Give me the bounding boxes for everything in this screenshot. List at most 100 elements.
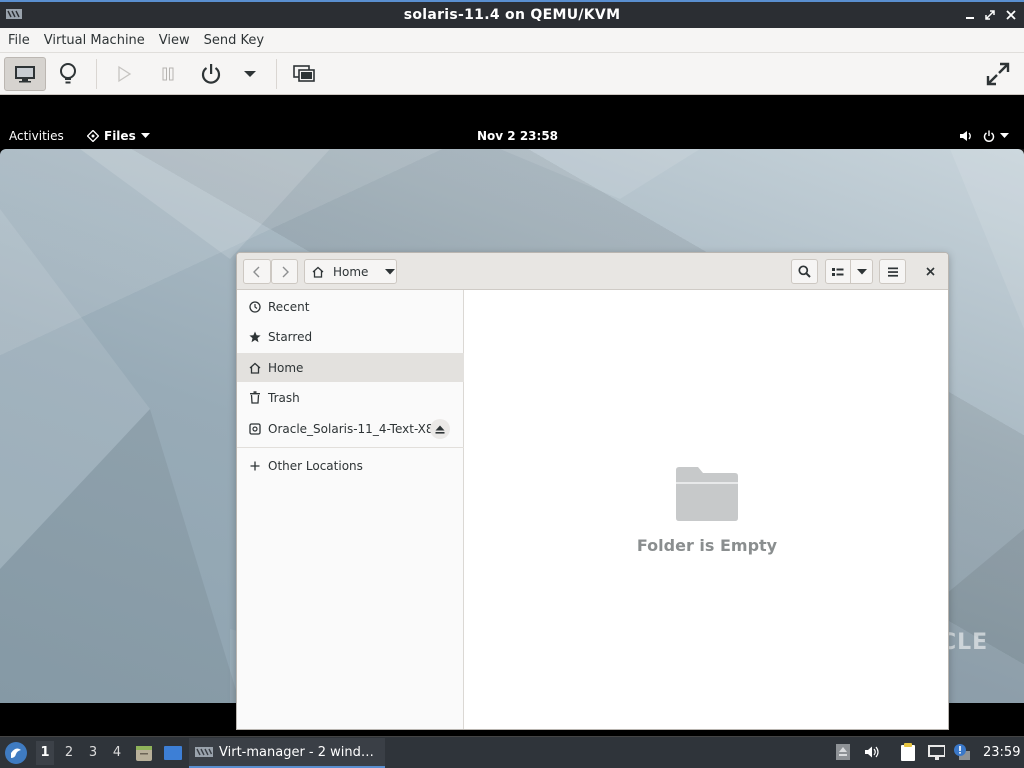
power-icon (983, 130, 995, 142)
details-button[interactable] (52, 57, 84, 91)
folder-icon (676, 467, 738, 521)
plus-icon (248, 459, 262, 473)
menu-virtual-machine[interactable]: Virtual Machine (37, 28, 152, 53)
workspace-1[interactable]: 1 (36, 741, 54, 765)
app-menu-icon (11, 748, 21, 758)
virt-manager-icon (195, 747, 213, 757)
run-button[interactable] (108, 57, 140, 91)
location-label: Home (333, 264, 369, 279)
back-button[interactable] (243, 259, 271, 284)
run-icon (118, 65, 132, 83)
workspace-3[interactable]: 3 (84, 745, 102, 760)
clock-icon (248, 300, 262, 314)
main-menu-button[interactable] (879, 259, 906, 284)
eject-icon (435, 425, 445, 434)
tray-volume[interactable] (863, 743, 881, 761)
task-label: Virt-manager - 2 wind… (219, 744, 374, 760)
menu-view[interactable]: View (152, 28, 197, 53)
vm-display[interactable]: Activities Files Nov 2 23:58 CLE Home Re… (0, 96, 1024, 736)
fullscreen-button[interactable] (980, 57, 1016, 91)
empty-folder-label: Folder is Empty (636, 536, 778, 555)
minimize-button[interactable] (962, 6, 978, 24)
workspace-2[interactable]: 2 (60, 745, 78, 760)
sidebar-item-label: Starred (268, 329, 313, 344)
sidebar-item-label: Oracle_Solaris-11_4-Text-X86 (268, 421, 442, 436)
pause-icon (162, 67, 174, 81)
maximize-button[interactable] (982, 6, 998, 24)
activities-button[interactable]: Activities (9, 129, 64, 143)
snapshots-button[interactable] (288, 57, 320, 91)
chevron-down-icon (385, 268, 396, 274)
guest-clock[interactable]: Nov 2 23:58 (477, 129, 558, 143)
fullscreen-icon (986, 62, 1010, 86)
sidebar-item-recent[interactable]: Recent (237, 292, 464, 321)
file-manager-launcher[interactable] (134, 743, 154, 767)
close-icon (925, 267, 935, 276)
search-icon (798, 265, 811, 278)
sidebar-item-label: Home (268, 360, 304, 375)
view-options-button[interactable] (850, 259, 873, 284)
system-menu[interactable] (983, 130, 1009, 142)
sidebar-divider (237, 447, 464, 448)
toolbar-separator (276, 59, 277, 89)
tray-notifications[interactable] (953, 743, 971, 761)
chevron-down-icon (856, 268, 867, 274)
volume-icon[interactable] (959, 130, 973, 145)
host-taskbar: 1 2 3 4 Virt-manager - 2 wind… 23:59 (0, 736, 1024, 768)
close-button[interactable] (1003, 6, 1019, 24)
update-icon (836, 744, 850, 760)
show-desktop-icon (164, 746, 182, 760)
console-button[interactable] (4, 57, 46, 91)
files-app-icon (87, 130, 99, 142)
start-menu-button[interactable] (5, 742, 27, 764)
files-close-button[interactable] (917, 259, 943, 284)
chevron-left-icon (253, 266, 260, 277)
app-menu-label: Files (104, 129, 136, 143)
notification-icon (954, 744, 970, 760)
hamburger-menu-icon (887, 267, 898, 277)
optical-disc-icon (248, 422, 262, 436)
taskbar-task-virt-manager[interactable]: Virt-manager - 2 wind… (189, 738, 385, 768)
sidebar-item-disc[interactable]: Oracle_Solaris-11_4-Text-X86 (237, 414, 464, 443)
sidebar-item-other-locations[interactable]: Other Locations (237, 451, 464, 480)
chevron-right-icon (282, 266, 289, 277)
power-menu-button[interactable] (236, 57, 264, 91)
tray-clipboard[interactable] (899, 743, 917, 761)
sidebar-item-label: Other Locations (268, 458, 363, 473)
clipboard-icon (901, 743, 915, 761)
trash-icon (248, 391, 262, 405)
tray-update-indicator[interactable] (834, 743, 852, 761)
sidebar-item-trash[interactable]: Trash (237, 383, 464, 412)
volume-icon (865, 746, 879, 758)
eject-button[interactable] (430, 419, 450, 439)
star-icon (248, 330, 262, 344)
taskbar-clock[interactable]: 23:59 (983, 745, 1020, 760)
toolbar-separator (96, 59, 97, 89)
snapshots-icon (293, 65, 315, 82)
lightbulb-icon (60, 63, 76, 84)
menu-send-key[interactable]: Send Key (197, 28, 271, 53)
tray-network[interactable] (927, 743, 945, 761)
maximize-icon (985, 10, 995, 20)
console-icon (15, 66, 35, 83)
window-titlebar: solaris-11.4 on QEMU/KVM (0, 0, 1024, 28)
pause-button[interactable] (152, 57, 184, 91)
home-icon (312, 266, 324, 278)
file-view[interactable]: Folder is Empty (464, 290, 948, 729)
list-view-icon (832, 267, 844, 276)
location-button[interactable]: Home (304, 259, 397, 284)
view-mode-button[interactable] (825, 259, 851, 284)
menu-file[interactable]: File (1, 28, 37, 53)
sidebar-item-label: Recent (268, 299, 310, 314)
virt-manager-icon (6, 9, 22, 19)
guest-desktop[interactable]: CLE Home Recent Starred Home Trash Oracl… (0, 149, 1024, 730)
files-headerbar: Home (237, 253, 948, 290)
app-menu[interactable]: Files (87, 129, 150, 143)
sidebar-item-starred[interactable]: Starred (237, 322, 464, 351)
power-button[interactable] (194, 57, 228, 91)
workspace-4[interactable]: 4 (108, 745, 126, 760)
desktop-launcher[interactable] (163, 743, 183, 767)
forward-button[interactable] (271, 259, 298, 284)
sidebar-item-home[interactable]: Home (237, 353, 464, 382)
search-button[interactable] (791, 259, 818, 284)
